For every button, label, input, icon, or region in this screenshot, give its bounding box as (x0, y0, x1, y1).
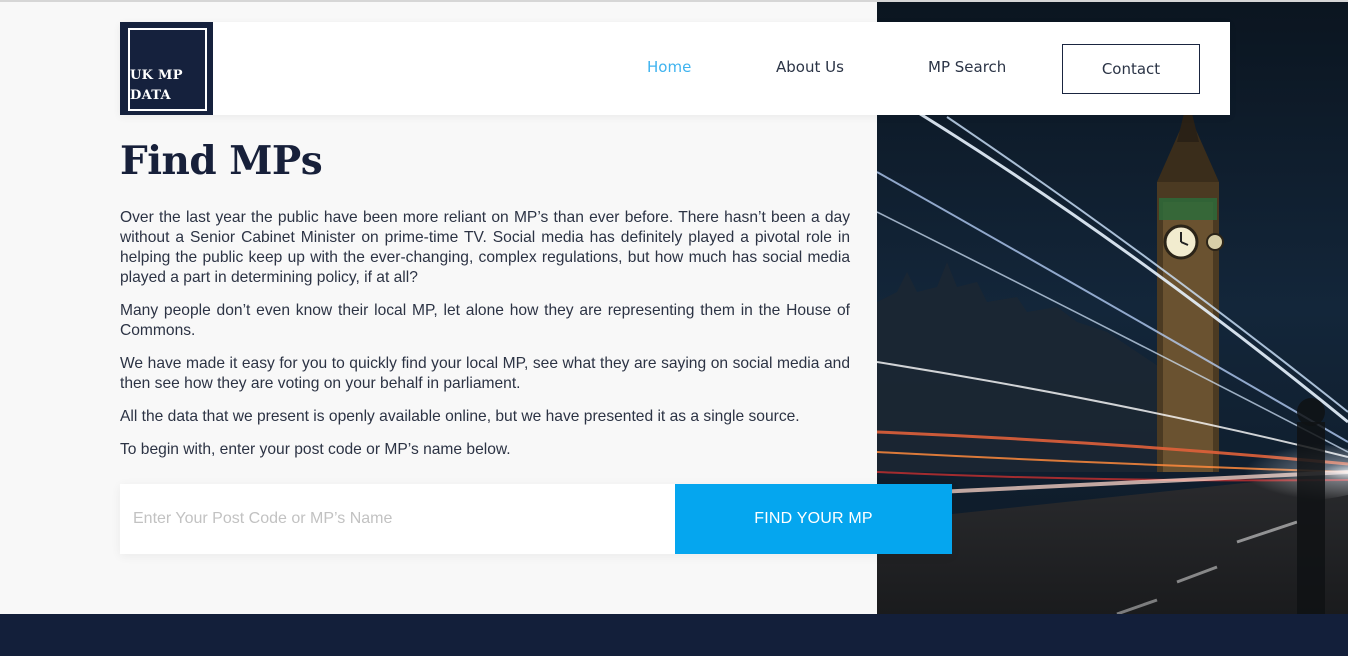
find-your-mp-button[interactable]: FIND YOUR MP (675, 484, 952, 554)
footer-band (0, 614, 1348, 656)
nav-about-us[interactable]: About Us (776, 58, 844, 76)
intro-text: Over the last year the public have been … (120, 208, 850, 473)
page-title: Find MPs (120, 138, 323, 184)
nav-mp-search[interactable]: MP Search (928, 58, 1006, 76)
intro-paragraph-3: We have made it easy for you to quickly … (120, 355, 850, 392)
intro-paragraph-4: All the data that we present is openly a… (120, 408, 800, 425)
logo-line-1: UK MP (130, 68, 183, 83)
nav-home[interactable]: Home (647, 58, 691, 76)
logo-line-2: DATA (130, 88, 171, 103)
postcode-search-input[interactable] (120, 484, 675, 554)
logo-text: UK MP DATA (130, 66, 183, 106)
intro-paragraph-1: Over the last year the public have been … (120, 209, 850, 286)
contact-button[interactable]: Contact (1062, 44, 1200, 94)
intro-paragraph-5: To begin with, enter your post code or M… (120, 441, 511, 458)
mp-search-form: FIND YOUR MP (120, 484, 952, 554)
site-logo[interactable]: UK MP DATA (120, 22, 213, 115)
site-header: UK MP DATA Home About Us MP Search Conta… (120, 22, 1230, 115)
page: UK MP DATA Home About Us MP Search Conta… (0, 0, 1348, 656)
intro-paragraph-2: Many people don’t even know their local … (120, 302, 850, 339)
